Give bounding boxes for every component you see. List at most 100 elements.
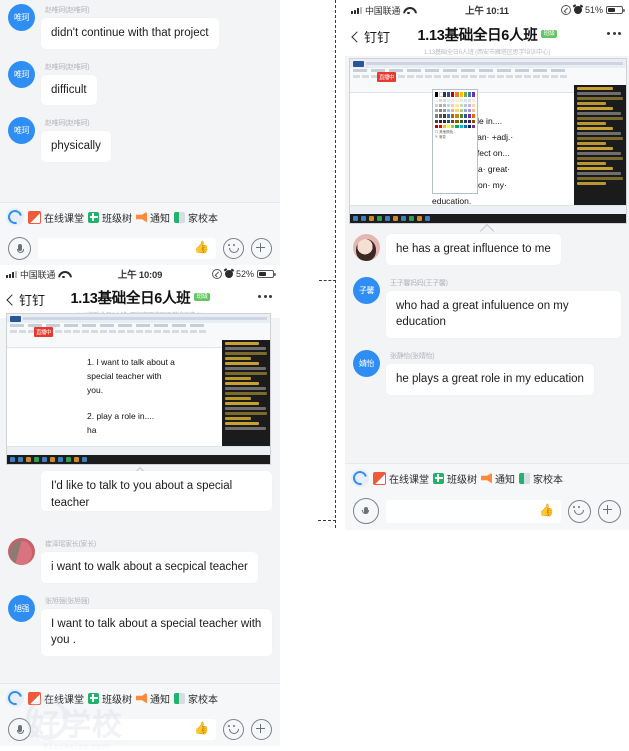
message-bubble[interactable]: I'd like to talk to you about a special … [41,471,272,511]
message-bubble[interactable]: who had a great infuluence on my educati… [386,290,621,339]
message-bubble[interactable]: difficult [41,74,97,106]
color-picker-dropdown[interactable]: ☐ 其他颜色... ✎ 渐变 [432,89,478,194]
doc-line: 2. play a role in.... [87,411,155,421]
avatar[interactable] [8,538,35,565]
back-button[interactable]: 钉钉 [351,24,391,46]
panel-divider-vertical [335,0,336,528]
message-list-bottom-left: I'd like to talk to you about a special … [0,465,280,668]
refresh-icon[interactable] [350,468,370,488]
quick-action-label: 通知 [495,474,515,486]
online-class-icon [28,691,41,705]
quick-action-class-tree[interactable]: 班级树 [88,691,132,706]
quick-action-online-class[interactable]: 在线课堂 [28,210,84,225]
message-bubble[interactable]: didn't continue with that project [41,18,219,49]
message-item: 唯珂 赵唯珂(赵唯珂) didn't continue with that pr… [8,4,272,49]
message-list-right: he has a great influence to me 子馨 王子馨妈妈(… [345,228,629,407]
quick-action-class-tree[interactable]: 班级树 [88,210,132,225]
rotation-lock-icon [560,5,571,15]
message-input[interactable]: 👍 [38,237,216,259]
message-sender: 赵唯珂(赵唯珂) [45,63,90,71]
avatar[interactable]: 旭强 [8,594,35,622]
message-bubble[interactable]: he has a great influence to me [386,234,561,265]
doc-line: on· my· [478,180,507,190]
more-options-button[interactable] [258,287,272,298]
message-item: 唯珂 赵唯珂(赵唯珂) difficult [8,60,272,106]
online-class-icon [373,471,386,485]
message-list-top-left: 唯珂 赵唯珂(赵唯珂) didn't continue with that pr… [0,0,280,163]
quick-action-label: 班级树 [447,474,477,486]
plus-icon[interactable] [251,718,272,740]
plus-icon[interactable] [251,237,272,259]
notice-icon [136,211,147,223]
message-item: 婧怡 张静怡(张婧怡) he plays a great role in my … [353,350,621,395]
message-bubble[interactable]: he plays a great role in my education [386,364,594,395]
quick-action-homework-book[interactable]: 家校本 [174,210,218,225]
doc-line: ha [87,425,97,435]
chevron-left-icon [351,30,363,43]
chat-sidebar-pane [574,85,626,205]
refresh-icon[interactable] [5,207,25,227]
doc-line: you. [87,385,104,395]
clock: 上午 10:09 [117,270,163,281]
quick-action-online-class[interactable]: 在线课堂 [373,471,429,486]
refresh-icon[interactable] [5,688,25,708]
screenshot-stage: 唯珂 赵唯珂(赵唯珂) didn't continue with that pr… [0,0,629,751]
notice-icon [481,472,492,484]
message-input[interactable]: 👍 [386,499,561,523]
clock: 上午 10:11 [465,6,509,17]
microphone-icon[interactable] [8,236,31,260]
smiley-icon[interactable] [568,499,591,523]
chevron-left-icon [6,293,18,306]
quick-action-bar: 在线课堂 班级树 通知 家校本 [0,202,280,231]
message-item: 子馨 王子馨妈妈(王子馨) who had a great infuluence… [353,276,621,339]
quick-action-homework-book[interactable]: 家校本 [519,471,563,486]
quick-action-notice[interactable]: 通知 [481,471,515,486]
message-sender: 赵唯珂(赵唯珂) [45,120,90,128]
message-bubble[interactable]: i want to walk about a secpical teacher [41,552,258,583]
message-bubble[interactable]: physically [41,131,111,163]
avatar[interactable] [353,234,380,261]
message-sender: 张静怡(张婧怡) [390,353,435,361]
notice-icon [136,692,147,704]
quick-action-class-tree[interactable]: 班级树 [433,471,477,486]
thumbs-up-icon[interactable]: 👍 [194,722,209,734]
thumbs-up-icon[interactable]: 👍 [194,241,209,253]
more-options-button[interactable] [607,24,621,35]
avatar[interactable]: 唯珂 [8,117,35,145]
class-tree-icon [433,472,444,484]
message-bubble[interactable]: I want to talk about a special teacher w… [41,608,272,657]
smiley-icon[interactable] [223,237,244,259]
quick-action-label: 在线课堂 [389,474,429,486]
quick-action-homework-book[interactable]: 家校本 [174,691,218,706]
microphone-icon[interactable] [353,498,379,524]
message-item: I'd like to talk to you about a special … [8,471,272,516]
panel-divider-tick [319,280,336,281]
homework-book-icon [174,211,185,223]
quick-action-online-class[interactable]: 在线课堂 [28,691,84,706]
message-input-bar: 👍 [0,712,280,746]
smiley-icon[interactable] [223,718,244,740]
back-label: 钉钉 [364,30,391,45]
attachment-word-screenshot[interactable]: 直播中 ...le in.... a/an· +adj.· effect on.… [349,58,627,224]
message-sender: 赵唯珂(赵唯珂) [45,7,90,14]
avatar[interactable]: 子馨 [353,276,380,304]
avatar[interactable]: 婧怡 [353,350,380,378]
back-button[interactable]: 钉钉 [6,287,46,309]
alarm-icon [573,6,582,14]
avatar[interactable]: 唯珂 [8,4,35,31]
message-input[interactable]: 👍 [38,718,216,740]
avatar[interactable]: 唯珂 [8,60,35,88]
quick-action-notice[interactable]: 通知 [136,691,170,706]
attachment-word-screenshot[interactable]: 直播中 1. I want to talk about a special te… [6,313,271,465]
doc-line: 1. I want to talk about a [87,357,175,367]
back-label: 钉钉 [19,293,46,308]
microphone-icon[interactable] [8,717,31,741]
thumbs-up-icon[interactable]: 👍 [539,504,554,516]
status-bar: 中国联通 上午 10:11 51% [345,0,629,20]
quick-action-notice[interactable]: 通知 [136,210,170,225]
plus-icon[interactable] [598,499,621,523]
quick-action-label: 通知 [150,694,170,706]
panel-right: 中国联通 上午 10:11 51% 钉钉 1.13基础全日6人班 班级 1.13… [345,0,629,530]
quick-action-label: 家校本 [188,213,218,225]
class-tree-icon [88,692,99,704]
